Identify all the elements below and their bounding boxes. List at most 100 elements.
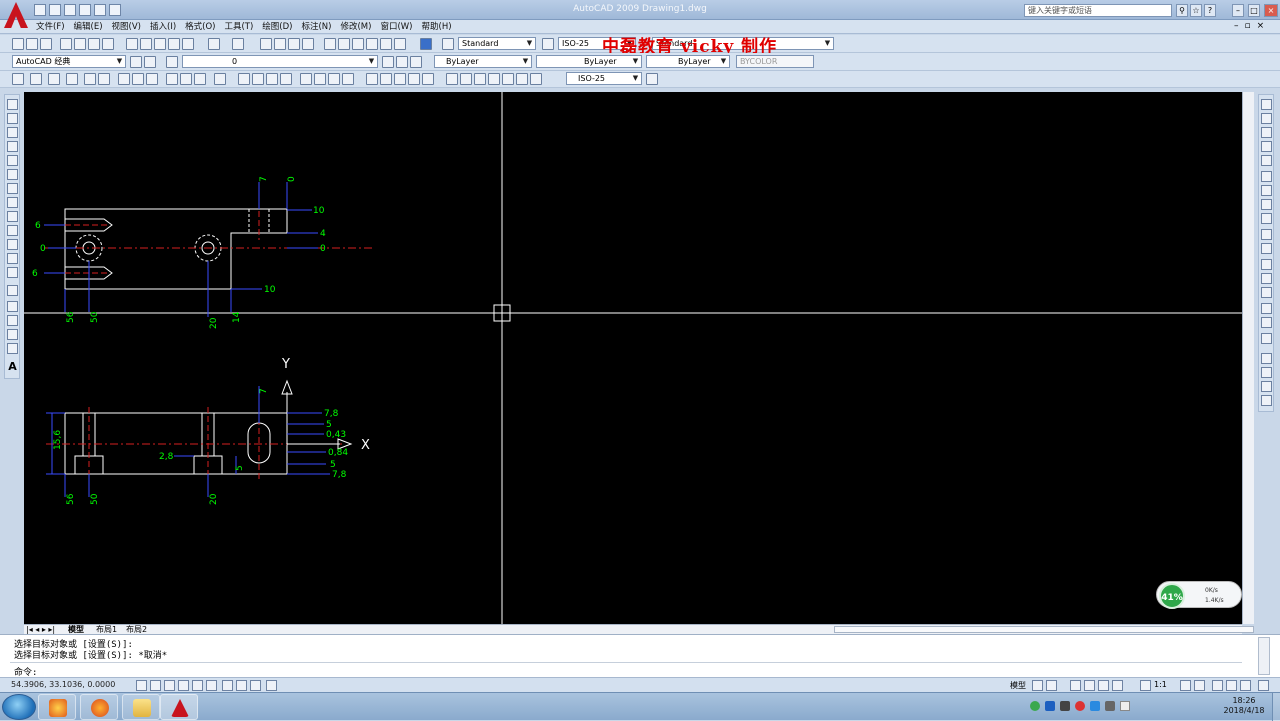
tab-model[interactable]: 模型 [68, 625, 84, 634]
make-block-icon[interactable] [7, 267, 18, 278]
color-select[interactable]: ByLayer ▼ [434, 55, 532, 68]
bring-above-icon[interactable] [1261, 395, 1272, 406]
workspace-settings-icon[interactable] [130, 56, 142, 68]
show-desktop-button[interactable] [1272, 693, 1280, 721]
construction-line-icon[interactable] [7, 113, 18, 124]
menu-help[interactable]: 帮助(H) [422, 21, 461, 33]
tray-dark-icon[interactable] [1060, 701, 1070, 711]
copy-object-icon[interactable] [1261, 113, 1272, 124]
workspace-save-icon[interactable] [144, 56, 156, 68]
tab-layout2[interactable]: 布局2 [126, 625, 147, 634]
arc-length-icon[interactable] [266, 73, 278, 85]
osnap-icon[interactable] [192, 680, 203, 691]
dim-style-select-2[interactable]: ISO-25 ▼ [566, 72, 642, 85]
layer-previous-icon[interactable] [396, 56, 408, 68]
dim-style-icon[interactable] [542, 38, 554, 50]
trim-icon[interactable] [1261, 229, 1272, 240]
polyline-icon[interactable] [7, 127, 18, 138]
scale-icon[interactable] [1261, 199, 1272, 210]
menu-file[interactable]: 文件(F) [36, 21, 74, 33]
continue-dim-icon[interactable] [394, 73, 406, 85]
make-current-layer-icon[interactable] [382, 56, 394, 68]
dim-text-edit-icon[interactable] [516, 73, 528, 85]
menu-window[interactable]: 窗口(W) [380, 21, 421, 33]
annotation-visibility-icon[interactable] [1180, 680, 1191, 691]
tab-nav-arrows[interactable]: |◂ ◂ ▸ ▸| [26, 625, 55, 634]
taskbar-app-firefox[interactable] [80, 694, 118, 720]
plot-icon[interactable] [60, 38, 72, 50]
zoom-previous-icon[interactable] [302, 38, 314, 50]
dim-edit-icon[interactable] [502, 73, 514, 85]
showmotion-icon[interactable] [1112, 680, 1123, 691]
paste-icon[interactable] [154, 38, 166, 50]
menu-modify[interactable]: 修改(M) [340, 21, 380, 33]
linear-dim-icon[interactable] [238, 73, 250, 85]
block-editor-icon[interactable] [182, 38, 194, 50]
menu-edit[interactable]: 编辑(E) [74, 21, 112, 33]
dim-space-icon[interactable] [408, 73, 420, 85]
tool-palettes-icon[interactable] [352, 38, 364, 50]
clean-screen-icon[interactable] [1258, 680, 1269, 691]
ellipse-arc-icon[interactable] [7, 239, 18, 250]
mirror-icon[interactable] [1261, 127, 1272, 138]
diameter-dim-icon[interactable] [328, 73, 340, 85]
gradient-icon[interactable] [7, 315, 18, 326]
taskbar-app-photos[interactable] [38, 694, 76, 720]
otrack-icon[interactable] [206, 680, 217, 691]
array-icon[interactable] [1261, 155, 1272, 166]
extend-icon[interactable] [1261, 243, 1272, 254]
workspace-select[interactable]: AutoCAD 经典 ▼ [12, 55, 126, 68]
auto-scale-icon[interactable] [1194, 680, 1205, 691]
menu-view[interactable]: 视图(V) [112, 21, 150, 33]
tab-layout1[interactable]: 布局1 [96, 625, 117, 634]
communication-center-icon[interactable]: ☆ [1190, 4, 1202, 17]
cut-icon[interactable] [126, 38, 138, 50]
minimize-button[interactable]: – [1232, 4, 1244, 17]
undo-icon[interactable] [208, 38, 220, 50]
3d-dwf-icon[interactable] [102, 38, 114, 50]
horizontal-scrollbar[interactable] [834, 626, 1254, 633]
publish-icon[interactable] [88, 38, 100, 50]
spline-icon[interactable] [7, 211, 18, 222]
arc-icon[interactable] [7, 169, 18, 180]
jogged-linear-icon[interactable] [488, 73, 500, 85]
ucs-previous-icon[interactable] [48, 73, 60, 85]
tray-blue-icon[interactable] [1045, 701, 1055, 711]
zoom-window-icon[interactable] [288, 38, 300, 50]
bring-to-front-icon[interactable] [1261, 367, 1272, 378]
hatch-icon[interactable] [7, 301, 18, 312]
region-icon[interactable] [7, 329, 18, 340]
linetype-select[interactable]: ByLayer ▼ [536, 55, 642, 68]
search-icon[interactable]: ⚲ [1176, 4, 1188, 17]
inspection-icon[interactable] [474, 73, 486, 85]
taskbar-clock[interactable]: 18:26 2018/4/18 [1220, 696, 1268, 716]
x-ucs-icon[interactable] [166, 73, 178, 85]
tolerance-icon[interactable] [446, 73, 458, 85]
quick-view-drawings-icon[interactable] [1046, 680, 1057, 691]
copy-icon[interactable] [140, 38, 152, 50]
taskbar-app-explorer[interactable] [122, 694, 160, 720]
send-to-back-icon[interactable] [1261, 381, 1272, 392]
rotate-icon[interactable] [1261, 185, 1272, 196]
fillet-icon[interactable] [1261, 317, 1272, 328]
face-ucs-icon[interactable] [66, 73, 78, 85]
doc-minimize-button[interactable]: – [1234, 21, 1239, 31]
plot-preview-icon[interactable] [74, 38, 86, 50]
match-properties-icon[interactable] [168, 38, 180, 50]
ucs-icon[interactable] [12, 73, 24, 85]
ortho-icon[interactable] [164, 680, 175, 691]
point-icon[interactable] [7, 285, 18, 296]
lock-icon[interactable] [1226, 680, 1237, 691]
quick-view-layouts-icon[interactable] [1032, 680, 1043, 691]
z-axis-ucs-icon[interactable] [132, 73, 144, 85]
tray-network-icon[interactable] [1090, 701, 1100, 711]
new-icon[interactable] [12, 38, 24, 50]
layer-select[interactable]: 0 ▼ [182, 55, 378, 68]
radius-dim-icon[interactable] [300, 73, 312, 85]
draw-order-icon[interactable] [1261, 353, 1272, 364]
vertical-scrollbar[interactable] [1242, 92, 1254, 624]
origin-ucs-icon[interactable] [118, 73, 130, 85]
doc-close-button[interactable]: × [1257, 21, 1265, 31]
line-icon[interactable] [7, 99, 18, 110]
layer-state-icon[interactable] [410, 56, 422, 68]
